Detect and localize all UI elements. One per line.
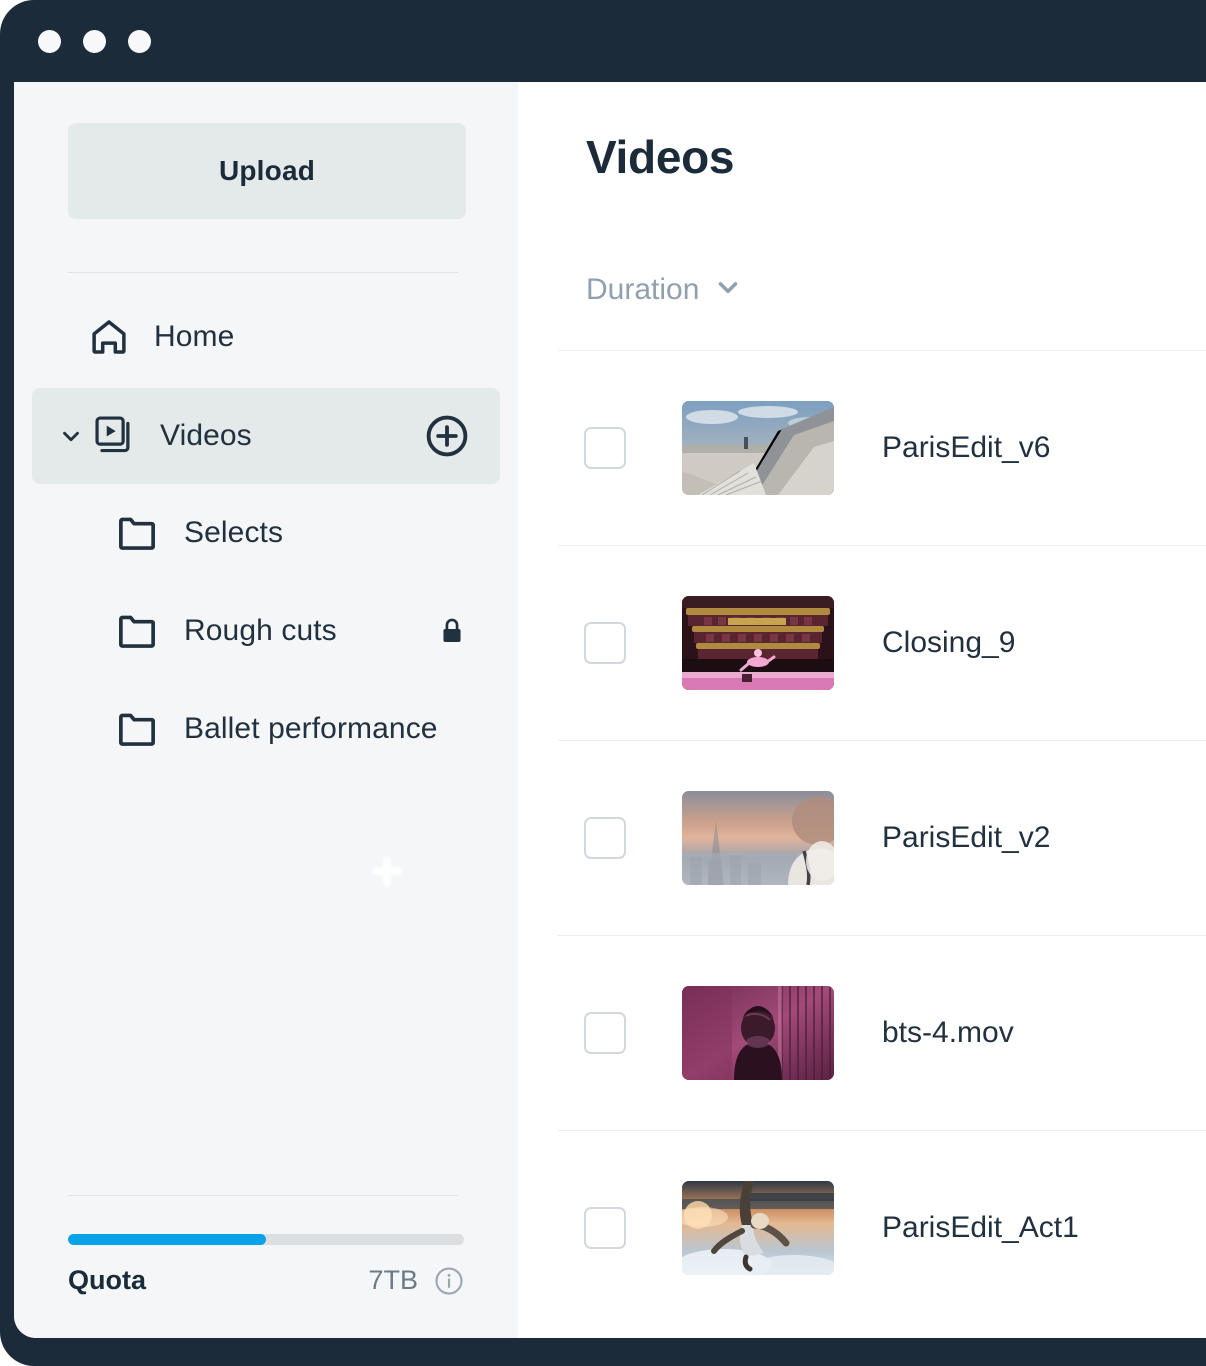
- folder-icon: [114, 706, 160, 752]
- sidebar-item-selects[interactable]: Selects: [14, 484, 518, 582]
- quota-right-group: 7TB: [368, 1265, 464, 1296]
- video-name: ParisEdit_Act1: [882, 1211, 1079, 1244]
- sort-label: Duration: [586, 272, 700, 306]
- sidebar-item-ballet-performance[interactable]: Ballet performance: [14, 680, 518, 778]
- row-checkbox[interactable]: [584, 1207, 626, 1249]
- main-content: Videos Duration ParisEdit_v6 Closing_9 P…: [518, 82, 1206, 1338]
- video-thumbnail[interactable]: [682, 401, 834, 495]
- video-thumbnail[interactable]: [682, 1181, 834, 1275]
- sidebar-item-rough-cuts[interactable]: Rough cuts: [14, 582, 518, 680]
- chevron-down-icon[interactable]: [58, 423, 84, 449]
- window-minimize-button[interactable]: [83, 29, 106, 53]
- page-title: Videos: [586, 131, 735, 183]
- video-list: ParisEdit_v6 Closing_9 ParisEdit_v2 bts-…: [558, 350, 1206, 1325]
- quota-progress-fill: [68, 1234, 266, 1245]
- table-row[interactable]: ParisEdit_Act1: [558, 1130, 1206, 1325]
- quota-section: Quota 7TB: [68, 1195, 464, 1296]
- folder-icon: [114, 608, 160, 654]
- table-row[interactable]: ParisEdit_v6: [558, 350, 1206, 545]
- video-name: ParisEdit_v6: [882, 431, 1051, 464]
- window-maximize-button[interactable]: [128, 29, 151, 53]
- sidebar-item-label: Home: [154, 320, 235, 353]
- crosshair-cursor: [370, 854, 404, 888]
- video-thumbnail[interactable]: [682, 986, 834, 1080]
- sort-dropdown[interactable]: Duration: [586, 272, 743, 307]
- app-window: Upload Home Videos Selects Rough cuts Ba…: [0, 0, 1206, 1366]
- lock-icon: [438, 616, 466, 646]
- row-checkbox[interactable]: [584, 817, 626, 859]
- row-checkbox[interactable]: [584, 622, 626, 664]
- upload-button[interactable]: Upload: [68, 123, 466, 219]
- video-name: bts-4.mov: [882, 1016, 1014, 1049]
- sidebar-divider-bottom: [68, 1195, 458, 1196]
- sidebar-item-videos[interactable]: Videos: [32, 388, 500, 484]
- sidebar-nav: Home Videos Selects Rough cuts Ballet pe…: [14, 294, 518, 778]
- sidebar-item-home[interactable]: Home: [14, 294, 518, 380]
- table-row[interactable]: ParisEdit_v2: [558, 740, 1206, 935]
- video-thumbnail[interactable]: [682, 791, 834, 885]
- videos-icon: [92, 413, 138, 459]
- video-name: Closing_9: [882, 626, 1016, 659]
- chevron-down-icon: [713, 272, 743, 307]
- quota-progress-bar: [68, 1234, 464, 1245]
- window-titlebar: [14, 0, 1206, 82]
- video-thumbnail[interactable]: [682, 596, 834, 690]
- folder-icon: [114, 510, 160, 556]
- row-checkbox[interactable]: [584, 427, 626, 469]
- sidebar-item-label: Ballet performance: [184, 712, 438, 745]
- app-body: Upload Home Videos Selects Rough cuts Ba…: [14, 82, 1206, 1338]
- window-close-button[interactable]: [38, 29, 61, 53]
- sidebar-item-label: Videos: [160, 419, 252, 452]
- sidebar-item-label: Selects: [184, 516, 284, 549]
- quota-row: Quota 7TB: [68, 1265, 464, 1296]
- sidebar: Upload Home Videos Selects Rough cuts Ba…: [14, 82, 518, 1338]
- sidebar-divider-top: [68, 272, 458, 273]
- quota-value: 7TB: [368, 1265, 418, 1295]
- table-row[interactable]: bts-4.mov: [558, 935, 1206, 1130]
- table-row[interactable]: Closing_9: [558, 545, 1206, 740]
- sidebar-item-label: Rough cuts: [184, 614, 337, 647]
- row-checkbox[interactable]: [584, 1012, 626, 1054]
- quota-label: Quota: [68, 1265, 146, 1295]
- plus-circle-icon[interactable]: [424, 413, 470, 459]
- info-icon[interactable]: [434, 1266, 464, 1296]
- home-icon: [86, 314, 132, 360]
- video-name: ParisEdit_v2: [882, 821, 1051, 854]
